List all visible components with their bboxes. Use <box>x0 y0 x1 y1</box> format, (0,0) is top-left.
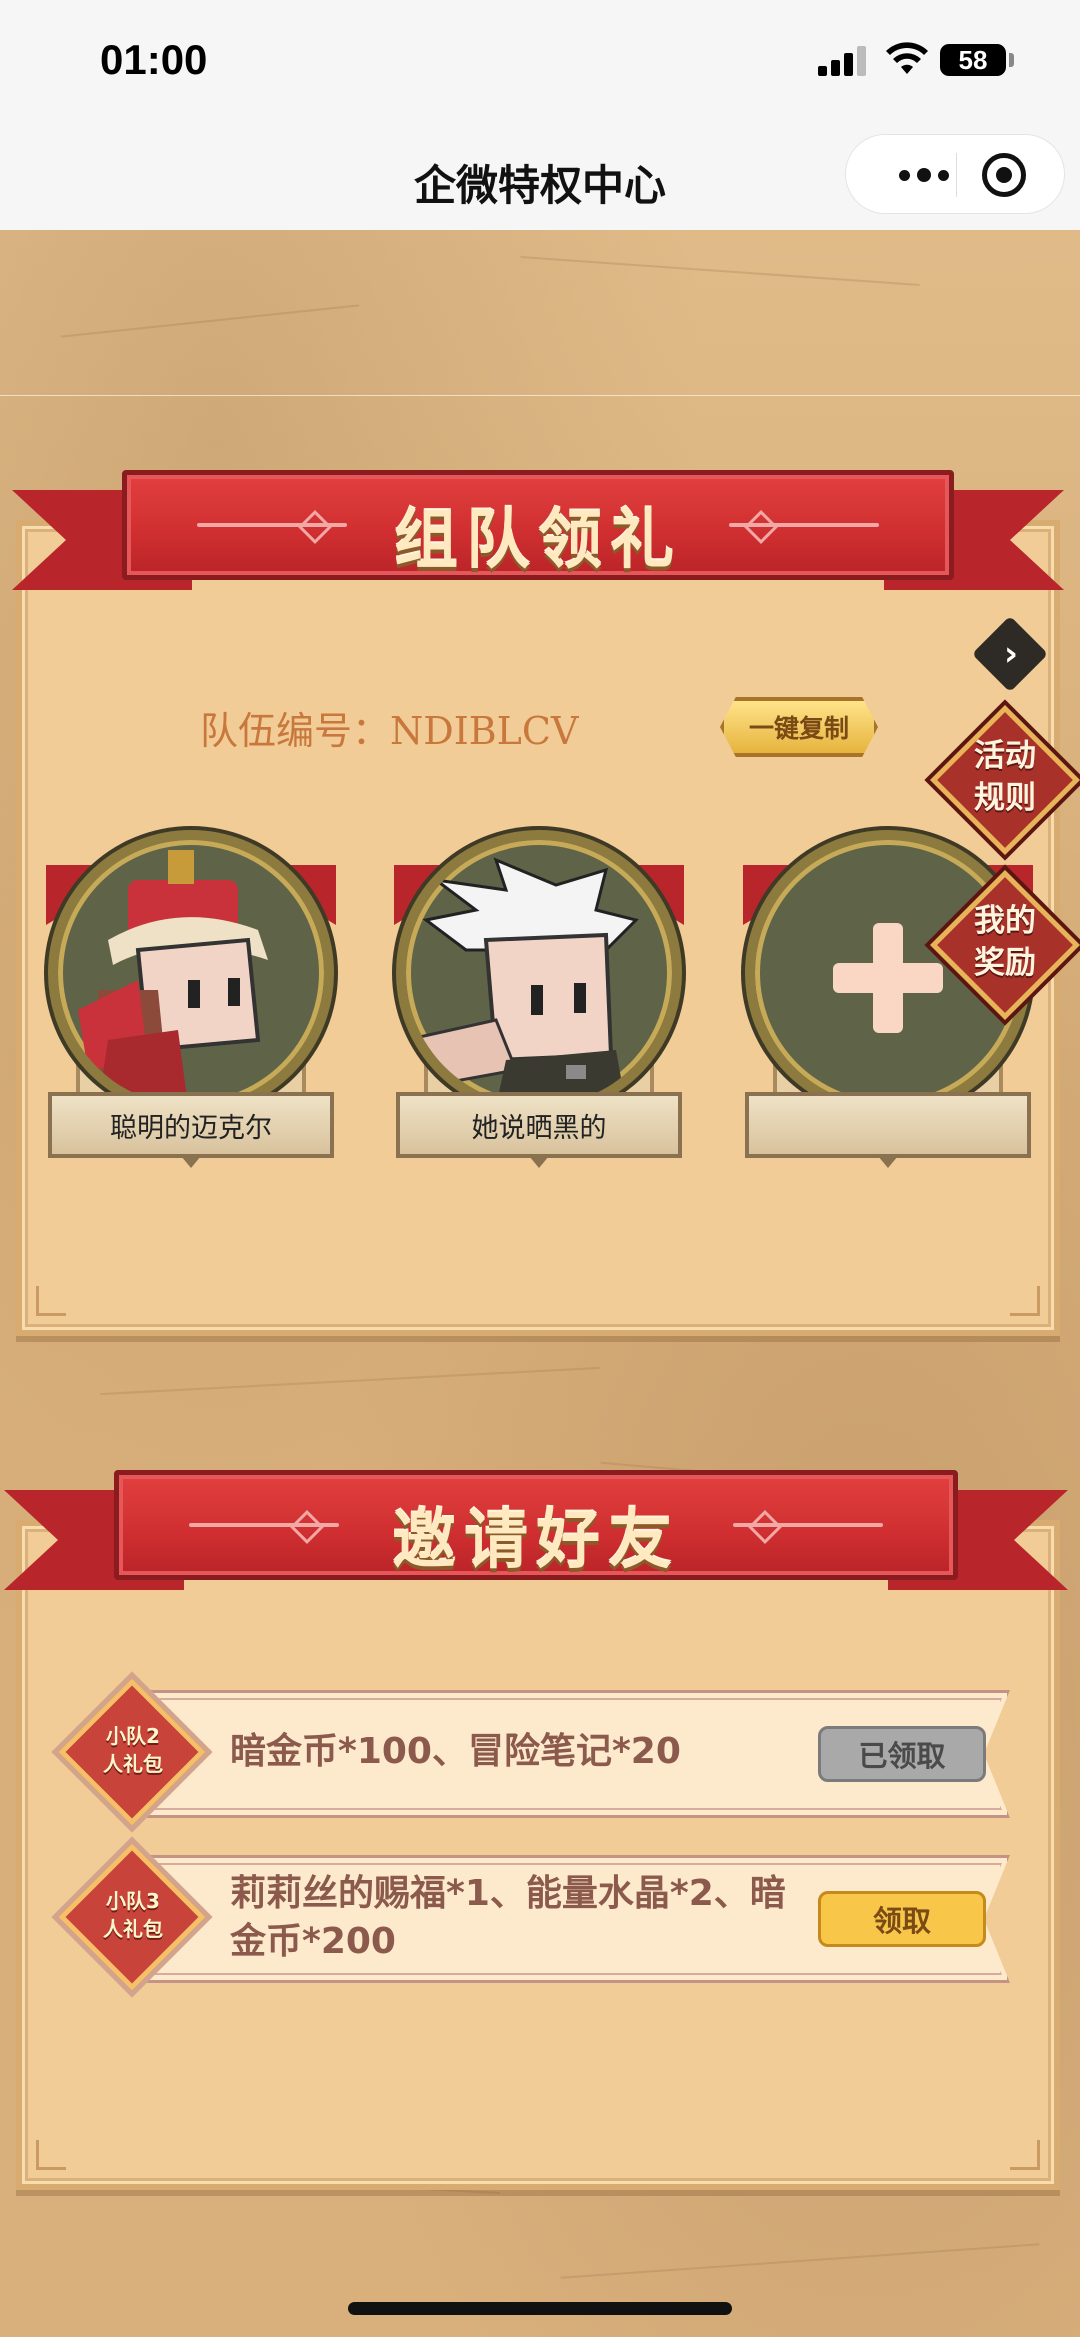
battery-tip <box>1009 53 1014 67</box>
copy-team-id-button[interactable]: 一键复制 <box>720 697 878 757</box>
activity-rules-label: 活动规则 <box>974 738 1036 816</box>
gift-pack-3-icon: 小队3人礼包 <box>58 1843 208 1993</box>
header-divider <box>0 395 1080 396</box>
capsule-divider <box>956 153 957 197</box>
home-indicator <box>348 2302 732 2315</box>
team-member-slot-2: 她说晒黑的 <box>394 830 684 1170</box>
team-banner: 组队领礼 <box>12 470 1064 600</box>
my-rewards-label: 我的奖励 <box>974 903 1036 981</box>
claim-button[interactable]: 领取 <box>818 1891 986 1947</box>
team-id-label: 队伍编号：NDIBLCV <box>200 709 579 753</box>
gift-pack-badge: 小队2人礼包 <box>103 1724 163 1776</box>
reward-description: 莉莉丝的赐福*1、能量水晶*2、暗金币*200 <box>230 1873 786 1962</box>
member-avatar <box>48 830 334 1116</box>
member-name: 聪明的迈克尔 <box>48 1092 334 1158</box>
invite-banner: 邀请好友 <box>4 1470 1068 1600</box>
close-mini-program-icon[interactable] <box>982 153 1026 197</box>
cellular-signal-icon <box>818 46 868 76</box>
activity-rules-button[interactable]: 活动规则 <box>930 705 1080 855</box>
team-member-slot-1: 聪明的迈克尔 <box>46 830 336 1170</box>
more-options-icon[interactable] <box>874 135 974 215</box>
battery-icon: 58 <box>940 44 1006 76</box>
wifi-icon <box>886 42 928 74</box>
status-time: 01:00 <box>100 36 208 83</box>
invite-banner-title: 邀请好友 <box>392 1504 680 1578</box>
status-bar: 01:00 58 <box>0 0 1080 130</box>
member-name: 她说晒黑的 <box>396 1092 682 1158</box>
member-avatar <box>396 830 682 1116</box>
my-rewards-button[interactable]: 我的奖励 <box>930 870 1080 1020</box>
navigation-bar: 企微特权中心 <box>0 130 1080 230</box>
claimed-button[interactable]: 已领取 <box>818 1726 986 1782</box>
mini-program-capsule <box>845 134 1065 214</box>
member-name-empty <box>745 1092 1031 1158</box>
reward-description: 暗金币*100、冒险笔记*20 <box>230 1731 681 1772</box>
team-banner-title: 组队领礼 <box>394 504 682 578</box>
gift-pack-badge: 小队3人礼包 <box>103 1889 163 1941</box>
chevron-right-icon: › <box>1003 634 1018 674</box>
gift-pack-2-icon: 小队2人礼包 <box>58 1678 208 1828</box>
